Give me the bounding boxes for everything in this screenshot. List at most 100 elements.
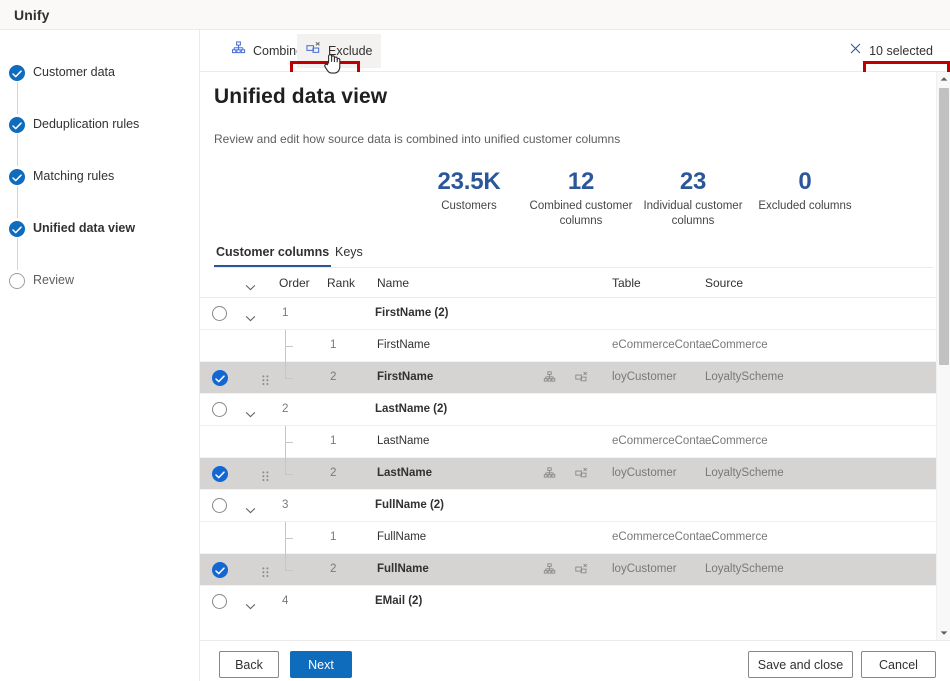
cell-source: eCommerce <box>705 435 768 447</box>
cell-order: 2 <box>282 403 289 415</box>
tab-keys[interactable]: Keys <box>333 236 365 267</box>
row-drag-handle[interactable] <box>262 373 269 391</box>
app-title: Unify <box>14 7 50 23</box>
row-combine-icon[interactable] <box>543 563 556 581</box>
grid-group-row[interactable]: 2 LastName (2) <box>200 394 936 426</box>
cell-order: 3 <box>282 499 289 511</box>
row-combine-icon[interactable] <box>543 467 556 485</box>
grid-child-row[interactable]: 1 LastName eCommerceConta... eCommerce <box>200 426 936 458</box>
empty-circle-icon <box>9 273 25 289</box>
grid-header-row: Order Rank Name Table Source <box>200 268 936 298</box>
footer-bar: Back Next Save and close Cancel <box>200 640 950 681</box>
chevron-down-icon[interactable] <box>245 278 256 296</box>
row-expand-chevron-icon[interactable] <box>245 405 256 423</box>
scroll-down-arrow[interactable] <box>937 626 950 640</box>
wizard-step-deduplication-rules[interactable]: Deduplication rules <box>0 114 200 138</box>
tree-branch <box>285 442 293 443</box>
row-drag-handle[interactable] <box>262 469 269 487</box>
cell-name: LastName <box>377 467 432 479</box>
row-select-radio[interactable] <box>212 402 227 417</box>
cell-source: LoyaltyScheme <box>705 467 784 479</box>
row-expand-chevron-icon[interactable] <box>245 309 256 327</box>
row-select-checkbox[interactable] <box>212 466 228 482</box>
grid-header-source[interactable]: Source <box>705 276 743 290</box>
next-button[interactable]: Next <box>290 651 352 678</box>
grid-group-row[interactable]: 3 FullName (2) <box>200 490 936 522</box>
back-button[interactable]: Back <box>219 651 279 678</box>
tree-branch <box>285 570 293 571</box>
cell-name: FirstName <box>377 339 431 351</box>
wizard-step-label: Customer data <box>33 65 115 79</box>
row-select-checkbox[interactable] <box>212 370 228 386</box>
check-circle-icon <box>9 117 25 133</box>
grid-header-order[interactable]: Order <box>279 276 310 290</box>
grid-header-name[interactable]: Name <box>377 276 409 290</box>
row-drag-handle[interactable] <box>262 565 269 583</box>
tree-line <box>285 458 286 474</box>
tab-customer-columns-label: Customer columns <box>216 244 330 259</box>
cell-rank: 1 <box>330 435 337 447</box>
cell-table: loyCustomer <box>612 371 677 383</box>
combine-button-label: Combine <box>253 44 304 58</box>
cell-table: eCommerceConta... <box>612 435 715 447</box>
cell-rank: 2 <box>330 563 337 575</box>
wizard-step-label: Unified data view <box>33 221 136 235</box>
grid-child-row[interactable]: 2 FirstName loyCustomer LoyaltyScheme <box>200 362 936 394</box>
grid-child-row[interactable]: 1 FirstName eCommerceConta... eCommerce <box>200 330 936 362</box>
vertical-scrollbar[interactable] <box>936 72 950 640</box>
exclude-button[interactable]: Exclude <box>297 34 382 68</box>
save-and-close-button[interactable]: Save and close <box>748 651 853 678</box>
row-select-radio[interactable] <box>212 498 227 513</box>
cell-source: eCommerce <box>705 531 768 543</box>
row-select-checkbox[interactable] <box>212 562 228 578</box>
grid-header-rank[interactable]: Rank <box>327 276 355 290</box>
cell-source: LoyaltyScheme <box>705 371 784 383</box>
wizard-step-customer-data[interactable]: Customer data <box>0 62 200 86</box>
wizard-step-review[interactable]: Review <box>0 270 200 294</box>
row-combine-icon[interactable] <box>543 371 556 389</box>
page-title: Unified data view <box>214 85 388 108</box>
selection-count-button[interactable]: 10 selected <box>841 34 941 68</box>
scroll-up-arrow[interactable] <box>937 72 950 86</box>
row-exclude-icon[interactable] <box>575 563 588 581</box>
stat-value: 12 <box>567 168 595 195</box>
cell-table: loyCustomer <box>612 563 677 575</box>
tab-strip: Customer columns Keys <box>214 236 934 268</box>
cancel-button[interactable]: Cancel <box>861 651 936 678</box>
grid-child-row[interactable]: 2 LastName loyCustomer LoyaltyScheme <box>200 458 936 490</box>
row-exclude-icon[interactable] <box>575 467 588 485</box>
stat-value: 23 <box>679 168 707 195</box>
main-panel: Unified data view Review and edit how so… <box>200 72 950 640</box>
tab-customer-columns[interactable]: Customer columns <box>214 236 332 267</box>
cell-name: FirstName <box>377 371 434 383</box>
wizard-step-unified-data-view[interactable]: Unified data view <box>0 218 200 242</box>
grid-header-table[interactable]: Table <box>612 276 641 290</box>
cell-table: eCommerceConta... <box>612 339 715 351</box>
row-expand-chevron-icon[interactable] <box>245 597 256 610</box>
grid-child-row[interactable]: 1 FullName eCommerceConta... eCommerce <box>200 522 936 554</box>
grid-group-row[interactable]: 1 FirstName (2) <box>200 298 936 330</box>
vertical-scrollbar-thumb[interactable] <box>939 88 949 365</box>
row-select-radio[interactable] <box>212 306 227 321</box>
stat-caption: Individual customer columns <box>643 200 743 227</box>
row-exclude-icon[interactable] <box>575 371 588 389</box>
cell-table: eCommerceConta... <box>612 531 715 543</box>
stat-caption: Excluded columns <box>758 200 852 212</box>
wizard-step-label: Review <box>33 273 74 287</box>
tab-keys-label: Keys <box>335 244 363 259</box>
wizard-step-matching-rules[interactable]: Matching rules <box>0 166 200 190</box>
grid-child-row[interactable]: 2 FullName loyCustomer LoyaltyScheme <box>200 554 936 586</box>
wizard-connector <box>16 186 18 218</box>
stats-row: 23.5K Customers 12 Combined customer column… <box>200 167 936 233</box>
tree-branch <box>285 538 293 539</box>
wizard-step-label: Matching rules <box>33 169 115 183</box>
wizard-connector <box>16 82 18 114</box>
cell-name: LastName <box>377 435 430 447</box>
row-expand-chevron-icon[interactable] <box>245 501 256 519</box>
grid-group-row[interactable]: 4 EMail (2) <box>200 586 936 610</box>
stat-card: 0 Excluded columns <box>749 167 861 214</box>
cell-name: FirstName (2) <box>375 307 449 319</box>
stat-card: 23 Individual customer columns <box>637 167 749 229</box>
cell-order: 1 <box>282 307 289 319</box>
row-select-radio[interactable] <box>212 594 227 609</box>
